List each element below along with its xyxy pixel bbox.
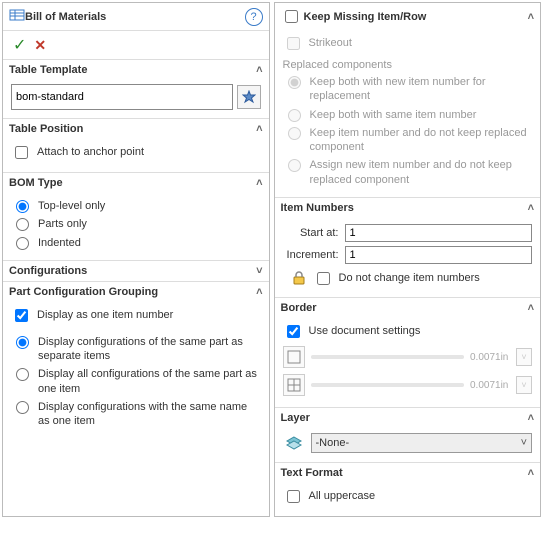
chevron-up-icon: ˄ bbox=[528, 467, 534, 479]
chevron-up-icon: ˄ bbox=[256, 286, 262, 298]
chevron-up-icon: ˄ bbox=[528, 412, 534, 424]
section-header-text[interactable]: Text Format˄ bbox=[275, 463, 541, 483]
section-header-template[interactable]: Table Template˄ bbox=[3, 60, 269, 80]
chevron-up-icon: ˄ bbox=[256, 64, 262, 76]
bom-top-level[interactable]: Top-level only bbox=[11, 197, 261, 215]
table-icon bbox=[9, 7, 25, 26]
bom-indented[interactable]: Indented bbox=[11, 234, 261, 252]
help-icon[interactable]: ? bbox=[245, 8, 263, 26]
section-configurations: Configurations˅ bbox=[3, 261, 269, 282]
strikeout-checkbox: Strikeout bbox=[283, 34, 533, 55]
panel-header: Bill of Materials ? bbox=[3, 3, 269, 31]
border-inner-icon[interactable] bbox=[283, 374, 305, 396]
section-missing: Keep Missing Item/Row˄ Strikeout Replace… bbox=[275, 3, 541, 198]
right-panel: Keep Missing Item/Row˄ Strikeout Replace… bbox=[274, 2, 542, 517]
chevron-up-icon: ˄ bbox=[256, 123, 262, 135]
chevron-up-icon: ˄ bbox=[528, 202, 534, 214]
chevron-up-icon: ˄ bbox=[528, 302, 534, 314]
chevron-down-icon: ˅ bbox=[256, 265, 262, 277]
missing-o4: Assign new item number and do not keep r… bbox=[283, 156, 533, 189]
border-inner-slider bbox=[311, 383, 465, 387]
increment-input[interactable] bbox=[345, 246, 533, 264]
border-outer-row: 0.0071in ˅ bbox=[283, 343, 533, 371]
chevron-down-icon: ˅ bbox=[521, 437, 527, 449]
uppercase-checkbox[interactable]: All uppercase bbox=[283, 487, 533, 508]
bom-parts-only[interactable]: Parts only bbox=[11, 215, 261, 233]
section-grouping: Part Configuration Grouping˄ Display as … bbox=[3, 282, 269, 439]
layer-select[interactable]: -None-˅ bbox=[311, 433, 533, 453]
section-header-grouping[interactable]: Part Configuration Grouping˄ bbox=[3, 282, 269, 302]
border-inner-value: 0.0071in bbox=[470, 380, 510, 391]
section-position: Table Position˄ Attach to anchor point bbox=[3, 119, 269, 173]
border-outer-drop: ˅ bbox=[516, 348, 532, 366]
border-outer-value: 0.0071in bbox=[470, 352, 510, 363]
start-input[interactable] bbox=[345, 224, 533, 242]
anchor-checkbox[interactable]: Attach to anchor point bbox=[11, 143, 261, 164]
border-inner-row: 0.0071in ˅ bbox=[283, 371, 533, 399]
display-one-checkbox[interactable]: Display as one item number bbox=[11, 306, 261, 327]
chevron-up-icon: ˄ bbox=[528, 11, 534, 23]
section-header-bom-type[interactable]: BOM Type˄ bbox=[3, 173, 269, 193]
section-header-position[interactable]: Table Position˄ bbox=[3, 119, 269, 139]
missing-o3: Keep item number and do not keep replace… bbox=[283, 124, 533, 157]
section-text-format: Text Format˄ All uppercase bbox=[275, 463, 541, 516]
section-border: Border˄ Use document settings 0.0071in ˅… bbox=[275, 298, 541, 408]
section-layer: Layer˄ -None-˅ bbox=[275, 408, 541, 463]
replaced-header: Replaced components bbox=[283, 55, 533, 73]
layer-icon bbox=[283, 432, 305, 454]
chevron-up-icon: ˄ bbox=[256, 177, 262, 189]
keep-missing-checkbox[interactable] bbox=[285, 10, 298, 23]
cancel-icon[interactable]: ✕ bbox=[34, 37, 46, 54]
section-header-configurations[interactable]: Configurations˅ bbox=[3, 261, 269, 281]
missing-o1: Keep both with new item number for repla… bbox=[283, 73, 533, 106]
section-header-missing[interactable]: Keep Missing Item/Row˄ bbox=[275, 3, 541, 30]
border-inner-drop: ˅ bbox=[516, 376, 532, 394]
lock-checkbox[interactable]: Do not change item numbers bbox=[313, 271, 480, 288]
lock-icon bbox=[291, 270, 307, 289]
section-header-border[interactable]: Border˄ bbox=[275, 298, 541, 318]
section-item-numbers: Item Numbers˄ Start at: Increment: Do no… bbox=[275, 198, 541, 298]
grouping-opt1[interactable]: Display configurations of the same part … bbox=[11, 333, 261, 366]
border-outer-icon[interactable] bbox=[283, 346, 305, 368]
panel-title: Bill of Materials bbox=[25, 11, 245, 23]
section-template: Table Template˄ bbox=[3, 60, 269, 119]
section-bom-type: BOM Type˄ Top-level only Parts only Inde… bbox=[3, 173, 269, 261]
increment-label: Increment: bbox=[283, 249, 339, 261]
ok-icon[interactable]: ✓ bbox=[13, 35, 26, 55]
template-input[interactable] bbox=[11, 84, 233, 110]
use-doc-checkbox[interactable]: Use document settings bbox=[283, 322, 533, 343]
section-header-layer[interactable]: Layer˄ bbox=[275, 408, 541, 428]
section-header-item-numbers[interactable]: Item Numbers˄ bbox=[275, 198, 541, 218]
grouping-opt2[interactable]: Display all configurations of the same p… bbox=[11, 365, 261, 398]
confirm-bar: ✓ ✕ bbox=[3, 31, 269, 60]
missing-o2: Keep both with same item number bbox=[283, 106, 533, 124]
favorite-button[interactable] bbox=[237, 85, 261, 109]
border-outer-slider bbox=[311, 355, 465, 359]
grouping-opt3[interactable]: Display configurations with the same nam… bbox=[11, 398, 261, 431]
start-label: Start at: bbox=[283, 227, 339, 239]
left-panel: Bill of Materials ? ✓ ✕ Table Template˄ … bbox=[2, 2, 270, 517]
